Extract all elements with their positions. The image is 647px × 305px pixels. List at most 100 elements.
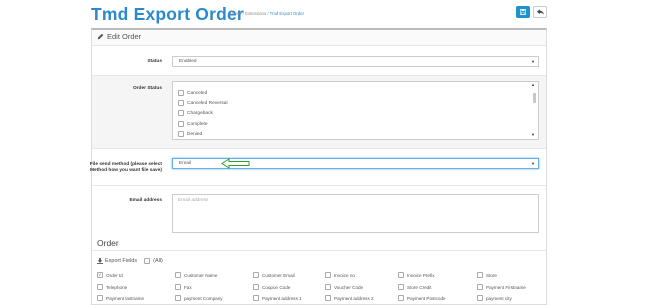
export-field-label: Payment address 1 [262, 295, 302, 301]
checkbox[interactable] [178, 100, 184, 106]
checkbox[interactable] [178, 90, 184, 96]
checkbox[interactable] [325, 295, 331, 301]
back-button[interactable] [533, 6, 547, 18]
list-item[interactable]: Canceled [178, 90, 207, 96]
export-field-label: Fax [184, 284, 192, 290]
scrollbar[interactable] [533, 84, 536, 137]
status-select-value: Enabled [179, 59, 197, 64]
checkbox[interactable] [325, 272, 331, 278]
email-label: Email address [129, 198, 162, 203]
panel-heading [92, 30, 546, 46]
status-select[interactable]: Enabled ▼ [172, 56, 539, 67]
list-item[interactable]: Denied [178, 131, 202, 137]
status-label: Status [147, 59, 162, 64]
export-fields-label: Export Fields [105, 258, 138, 264]
row-divider [92, 185, 546, 186]
export-field-label: Order Id [106, 272, 123, 278]
caret-down-icon: ▼ [531, 59, 535, 64]
list-item[interactable]: Complete [178, 121, 208, 127]
export-field-label: payment Company [184, 295, 223, 301]
export-field-item[interactable]: Coupon Code [253, 284, 290, 290]
export-field-item[interactable]: Invoice no [325, 272, 355, 278]
export-field-label: Store [486, 272, 497, 278]
checkbox[interactable] [253, 272, 259, 278]
checkbox[interactable] [477, 295, 483, 301]
caret-down-icon: ▼ [531, 161, 535, 166]
export-field-item[interactable]: Payment lastname [97, 295, 144, 301]
export-field-label: Payment lastname [106, 295, 145, 301]
checkbox[interactable] [398, 272, 404, 278]
checkbox[interactable] [253, 284, 259, 290]
export-field-item[interactable]: Customer Name [175, 272, 217, 278]
checkbox[interactable] [178, 110, 184, 116]
section-title: Order [97, 238, 119, 248]
export-field-item[interactable]: Payment address 2 [325, 295, 374, 301]
page-title: Tmd Export Order [91, 4, 244, 24]
export-field-item[interactable]: Voucher Code [325, 284, 363, 290]
export-field-label: Payment Postcode [407, 295, 446, 301]
export-field-item[interactable]: Telephone [97, 284, 127, 290]
checkbox[interactable] [398, 295, 404, 301]
export-field-item[interactable]: Invoice Prefix [398, 272, 435, 278]
export-field-item[interactable]: Payment Postcode [398, 295, 446, 301]
export-field-label: Customer Name [184, 272, 218, 278]
checkbox[interactable] [178, 131, 184, 137]
export-field-item[interactable]: payment Company [175, 295, 223, 301]
list-item[interactable]: Chargeback [178, 110, 213, 116]
checkbox[interactable] [398, 284, 404, 290]
scroll-down-icon[interactable]: ▼ [531, 132, 535, 137]
breadcrumb-home[interactable]: Home [230, 11, 241, 16]
checkbox[interactable] [477, 284, 483, 290]
arrow-annotation-icon [221, 158, 250, 169]
export-field-item[interactable]: Fax [175, 284, 192, 290]
checkbox[interactable] [325, 284, 331, 290]
order-status-list[interactable]: Canceled Canceled Reversal Chargeback Co… [172, 81, 539, 140]
export-field-item[interactable]: ✓ Order Id [97, 272, 123, 278]
checkbox[interactable] [97, 284, 103, 290]
export-field-label: Payment Firstname [486, 284, 526, 290]
export-field-item[interactable]: Store Credit [398, 284, 432, 290]
order-status-label: Order Status [132, 86, 162, 91]
checkbox[interactable] [178, 121, 184, 127]
email-textarea[interactable]: Email address [172, 194, 539, 233]
save-button[interactable] [516, 6, 530, 18]
reply-icon [536, 9, 544, 15]
export-field-label: payment city [486, 295, 512, 301]
export-field-label: Voucher Code [334, 284, 364, 290]
export-field-item[interactable]: Payment Firstname [477, 284, 526, 290]
pencil-icon [97, 33, 104, 40]
checkbox[interactable] [175, 284, 181, 290]
export-fields-header: Export Fields (All) [97, 258, 163, 264]
panel-title: Edit Order [97, 32, 141, 41]
export-field-label: Store Credit [407, 284, 432, 290]
list-item[interactable]: Canceled Reversal [178, 100, 228, 106]
export-field-label: Invoice no [334, 272, 355, 278]
save-icon [520, 9, 526, 15]
breadcrumb-extensions[interactable]: Extensions [245, 11, 266, 16]
breadcrumb-current[interactable]: Tmd Export Order [270, 11, 304, 16]
export-field-item[interactable]: Customer Email [253, 272, 295, 278]
scrollbar-thumb[interactable] [533, 93, 536, 103]
checkbox[interactable] [175, 272, 181, 278]
export-field-item[interactable]: Payment address 1 [253, 295, 302, 301]
export-field-label: Invoice Prefix [407, 272, 435, 278]
export-field-item[interactable]: payment city [477, 295, 512, 301]
file-send-select-value: Email [179, 161, 191, 166]
checkbox[interactable] [97, 295, 103, 301]
checkbox[interactable] [253, 295, 259, 301]
row-divider [92, 148, 546, 149]
scroll-up-icon[interactable]: ▲ [531, 82, 535, 87]
checkbox[interactable]: ✓ [97, 272, 103, 278]
checkbox[interactable] [477, 272, 483, 278]
export-field-item[interactable]: Store [477, 272, 497, 278]
export-field-label: Payment address 2 [334, 295, 374, 301]
download-icon [97, 258, 103, 264]
file-send-label: File send method (please select Method h… [89, 162, 162, 173]
breadcrumb: Home / Extensions / Tmd Export Order [230, 11, 305, 16]
export-field-label: Customer Email [262, 272, 295, 278]
export-field-label: Telephone [106, 284, 128, 290]
select-all-checkbox[interactable] [144, 258, 151, 264]
section-divider [92, 250, 546, 251]
checkbox[interactable] [175, 295, 181, 301]
export-field-label: Coupon Code [262, 284, 291, 290]
